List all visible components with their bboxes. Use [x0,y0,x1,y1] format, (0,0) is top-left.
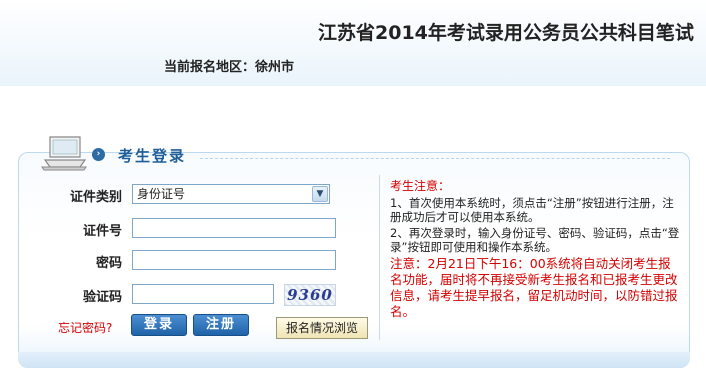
header-divider [200,158,670,159]
id-type-label: 证件类别 [69,190,122,205]
notice-box: 考生注意： 1、首次使用本系统时，须点击“注册”按钮进行注册，注册成功后才可以使… [379,175,682,340]
arrow-circle-icon: › [92,148,105,161]
forgot-password-link[interactable]: 忘记密码? [58,319,112,336]
chevron-down-icon[interactable]: ▼ [312,186,328,202]
id-type-value: 身份证号 [137,187,186,201]
region-label: 当前报名地区： [164,60,256,75]
region-value: 徐州市 [255,60,295,75]
region-line: 当前报名地区：徐州市 [164,56,294,75]
password-input[interactable] [132,250,336,270]
id-type-select[interactable]: 身份证号 ▼ [132,184,330,204]
captcha-label: 验证码 [82,290,122,305]
page-title: 江苏省2014年考试录用公务员公共科目笔试 [318,22,694,44]
panel-footer-band [18,352,690,368]
register-button[interactable]: 注册 [193,314,249,336]
password-label: 密码 [95,256,122,271]
captcha-image[interactable]: 9360 [284,284,336,306]
id-number-input[interactable] [132,218,336,238]
id-number-label: 证件号 [82,224,122,239]
notice-title: 考生注意： [390,179,451,193]
notice-item-1: 1、首次使用本系统时，须点击“注册”按钮进行注册，注册成功后才可以使用本系统。 [390,196,674,224]
notice-warning: 注意：2月21日下午16：00系统将自动关闭考生报名功能，届时将不再接受新考生报… [390,256,678,319]
notice-item-2: 2、再次登录时，输入身份证号、密码、验证码，点击“登录”按钮即可使用和操作本系统… [390,226,680,254]
laptop-icon [41,136,87,171]
login-title: 考生登录 [118,147,187,165]
login-button[interactable]: 登录 [131,314,187,336]
browse-registration-button[interactable]: 报名情况浏览 [276,317,368,339]
captcha-input[interactable] [132,284,274,304]
